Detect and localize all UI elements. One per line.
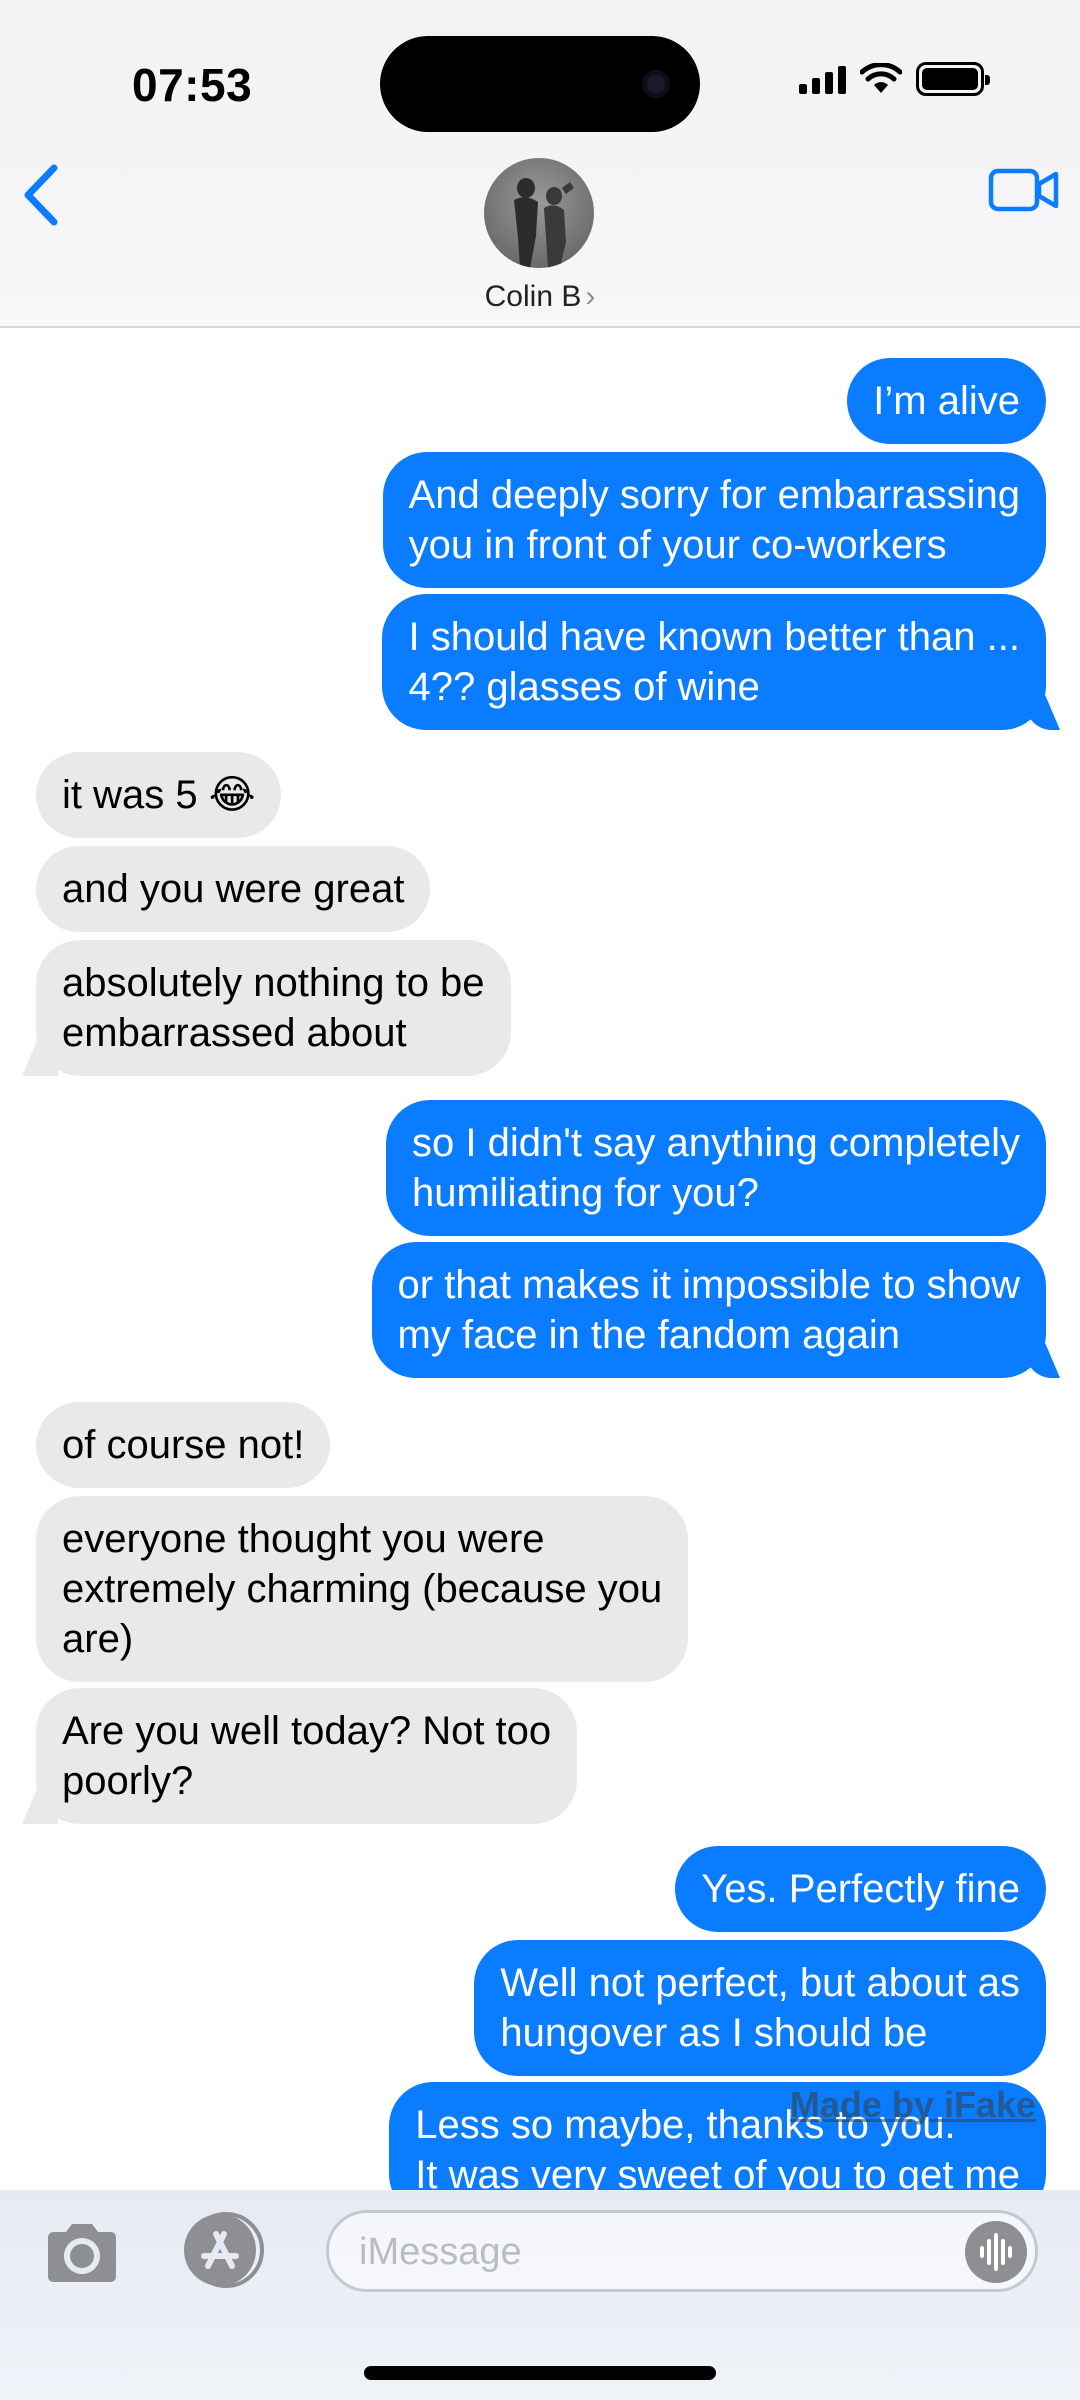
chevron-right-icon: › — [585, 280, 596, 313]
message-bubble[interactable]: absolutely nothing to be embarrassed abo… — [36, 940, 511, 1076]
status-icons — [799, 62, 990, 96]
back-button[interactable] — [16, 160, 66, 230]
contact-avatar[interactable] — [484, 158, 594, 268]
dynamic-island — [380, 36, 700, 132]
message-bubble[interactable]: of course not! — [36, 1402, 331, 1488]
contact-name-button[interactable]: Colin B › — [0, 280, 1080, 314]
message-input[interactable] — [359, 2227, 939, 2277]
message-bubble[interactable]: Well not perfect, but about as hungover … — [474, 1940, 1046, 2076]
message-bubble[interactable]: Are you well today? Not too poorly? — [36, 1688, 578, 1824]
message-bubble[interactable]: everyone thought you were extremely char… — [36, 1496, 689, 1682]
message-bubble[interactable]: so I didn't say anything completely humi… — [386, 1100, 1046, 1236]
message-bubble[interactable]: Yes. Perfectly fine — [675, 1846, 1046, 1932]
front-camera-icon — [642, 70, 670, 98]
camera-button[interactable] — [40, 2218, 124, 2288]
status-time: 07:53 — [132, 59, 253, 111]
conversation-header: 07:53 Colin B › — [0, 0, 1080, 328]
battery-level — [922, 68, 978, 90]
message-bubble[interactable]: and you were great — [36, 846, 431, 932]
app-store-button[interactable] — [176, 2212, 272, 2288]
cellular-signal-icon — [799, 64, 846, 94]
avatar-photo — [514, 178, 574, 268]
home-indicator[interactable] — [364, 2366, 716, 2380]
message-bubble[interactable]: I should have known better than ... 4?? … — [382, 594, 1046, 730]
video-call-button[interactable] — [988, 166, 1060, 214]
message-bubble[interactable]: I’m alive — [847, 358, 1046, 444]
message-list[interactable]: I’m alive And deeply sorry for embarrass… — [0, 328, 1080, 2190]
messages-screen: 07:53 Colin B › I’m alive And deeply sor… — [0, 0, 1080, 2400]
message-bubble[interactable]: And deeply sorry for embarrassing you in… — [382, 452, 1046, 588]
audio-waveform-button[interactable] — [965, 2221, 1027, 2283]
message-bubble[interactable]: it was 5 😂 — [36, 752, 282, 838]
message-bubble[interactable]: or that makes it impossible to show my f… — [371, 1242, 1046, 1378]
battery-icon — [916, 62, 990, 96]
contact-name: Colin B — [484, 280, 582, 313]
wifi-icon — [860, 63, 902, 93]
message-input-field[interactable] — [326, 2210, 1038, 2292]
watermark: Made by iFake — [789, 2084, 1036, 2125]
